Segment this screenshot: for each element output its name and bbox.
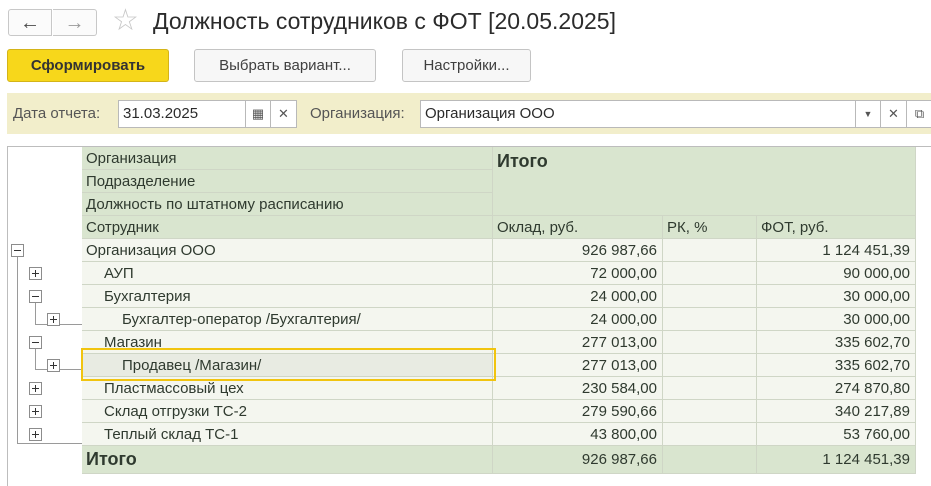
- row-accountant-operator-fot[interactable]: 30 000,00: [757, 308, 916, 331]
- expand-warehouse-ts1-toggle[interactable]: [29, 428, 42, 441]
- header-organization: Организация: [82, 147, 493, 170]
- header-fot: ФОТ, руб.: [757, 216, 916, 239]
- expand-aup-toggle[interactable]: [29, 267, 42, 280]
- open-icon: ⧉: [914, 106, 925, 121]
- row-aup-salary[interactable]: 72 000,00: [493, 262, 663, 285]
- collapse-organization-toggle[interactable]: [11, 244, 24, 257]
- row-seller-rk[interactable]: [663, 354, 757, 377]
- page-title: Должность сотрудников с ФОТ [20.05.2025]: [153, 8, 616, 34]
- row-warehouse-ts1-salary[interactable]: 43 800,00: [493, 423, 663, 446]
- expand-seller-toggle[interactable]: [47, 359, 60, 372]
- date-label: Дата отчета:: [13, 105, 101, 122]
- header-salary: Оклад, руб.: [493, 216, 663, 239]
- organization-field[interactable]: Организация ООО: [420, 100, 856, 128]
- report-params-panel: Дата отчета: 31.03.2025 ▦ ✕ Организация:…: [7, 93, 931, 134]
- clear-organization-button[interactable]: ✕: [881, 100, 907, 128]
- select-variant-button[interactable]: Выбрать вариант...: [194, 49, 376, 82]
- row-shop-fot[interactable]: 335 602,70: [757, 331, 916, 354]
- row-seller-salary[interactable]: 277 013,00: [493, 354, 663, 377]
- row-shop-salary[interactable]: 277 013,00: [493, 331, 663, 354]
- row-accounting-salary[interactable]: 24 000,00: [493, 285, 663, 308]
- row-shop-rk[interactable]: [663, 331, 757, 354]
- expand-warehouse-ts2-toggle[interactable]: [29, 405, 42, 418]
- row-accountant-operator-salary[interactable]: 24 000,00: [493, 308, 663, 331]
- row-plastics-workshop-salary[interactable]: 230 584,00: [493, 377, 663, 400]
- row-plastics-workshop-name[interactable]: Пластмассовый цех: [82, 377, 493, 400]
- clear-date-button[interactable]: ✕: [271, 100, 297, 128]
- header-position: Должность по штатному расписанию: [82, 193, 493, 216]
- header-rk: РК, %: [663, 216, 757, 239]
- row-warehouse-ts1-name[interactable]: Теплый склад ТС-1: [82, 423, 493, 446]
- organization-label: Организация:: [310, 105, 405, 122]
- header-employee: Сотрудник: [82, 216, 493, 239]
- header-total: Итого: [493, 147, 916, 216]
- total-row-rk: [663, 446, 757, 474]
- row-organization-fot[interactable]: 1 124 451,39: [757, 239, 916, 262]
- back-button[interactable]: ←: [8, 9, 52, 36]
- open-organization-button[interactable]: ⧉: [907, 100, 931, 128]
- arrow-right-icon: →: [64, 11, 85, 34]
- generate-button[interactable]: Сформировать: [7, 49, 169, 82]
- close-icon: ✕: [888, 106, 899, 121]
- row-plastics-workshop-rk[interactable]: [663, 377, 757, 400]
- row-accountant-operator-rk[interactable]: [663, 308, 757, 331]
- chevron-down-icon: ▼: [863, 109, 873, 119]
- close-icon: ✕: [278, 106, 289, 121]
- header-department: Подразделение: [82, 170, 493, 193]
- forward-button[interactable]: →: [53, 9, 97, 36]
- settings-button[interactable]: Настройки...: [402, 49, 531, 82]
- calendar-button[interactable]: ▦: [245, 100, 271, 128]
- row-organization-rk[interactable]: [663, 239, 757, 262]
- calendar-icon: ▦: [251, 106, 265, 121]
- row-accounting-name[interactable]: Бухгалтерия: [82, 285, 493, 308]
- row-accounting-fot[interactable]: 30 000,00: [757, 285, 916, 308]
- row-seller-fot[interactable]: 335 602,70: [757, 354, 916, 377]
- row-plastics-workshop-fot[interactable]: 274 870,80: [757, 377, 916, 400]
- row-aup-name[interactable]: АУП: [82, 262, 493, 285]
- expand-accountant-toggle[interactable]: [47, 313, 60, 326]
- row-organization-salary[interactable]: 926 987,66: [493, 239, 663, 262]
- organization-dropdown-button[interactable]: ▼: [855, 100, 881, 128]
- row-warehouse-ts1-rk[interactable]: [663, 423, 757, 446]
- row-warehouse-ts2-salary[interactable]: 279 590,66: [493, 400, 663, 423]
- report-date-field[interactable]: 31.03.2025: [118, 100, 246, 128]
- row-warehouse-ts2-fot[interactable]: 340 217,89: [757, 400, 916, 423]
- row-warehouse-ts1-fot[interactable]: 53 760,00: [757, 423, 916, 446]
- total-row-label: Итого: [82, 446, 493, 474]
- row-shop-name[interactable]: Магазин: [82, 331, 493, 354]
- total-row-salary: 926 987,66: [493, 446, 663, 474]
- arrow-left-icon: ←: [20, 11, 40, 34]
- row-warehouse-ts2-name[interactable]: Склад отгрузки ТС-2: [82, 400, 493, 423]
- total-row-fot: 1 124 451,39: [757, 446, 916, 474]
- row-aup-rk[interactable]: [663, 262, 757, 285]
- collapse-accounting-toggle[interactable]: [29, 290, 42, 303]
- row-aup-fot[interactable]: 90 000,00: [757, 262, 916, 285]
- row-warehouse-ts2-rk[interactable]: [663, 400, 757, 423]
- row-accounting-rk[interactable]: [663, 285, 757, 308]
- row-seller-name[interactable]: Продавец /Магазин/: [82, 354, 493, 377]
- row-accountant-operator-name[interactable]: Бухгалтер-оператор /Бухгалтерия/: [82, 308, 493, 331]
- expand-plastics-toggle[interactable]: [29, 382, 42, 395]
- report-table: Организация Подразделение Должность по ш…: [7, 146, 931, 486]
- collapse-shop-toggle[interactable]: [29, 336, 42, 349]
- row-organization-name[interactable]: Организация ООО: [82, 239, 493, 262]
- star-icon[interactable]: ☆: [112, 6, 139, 36]
